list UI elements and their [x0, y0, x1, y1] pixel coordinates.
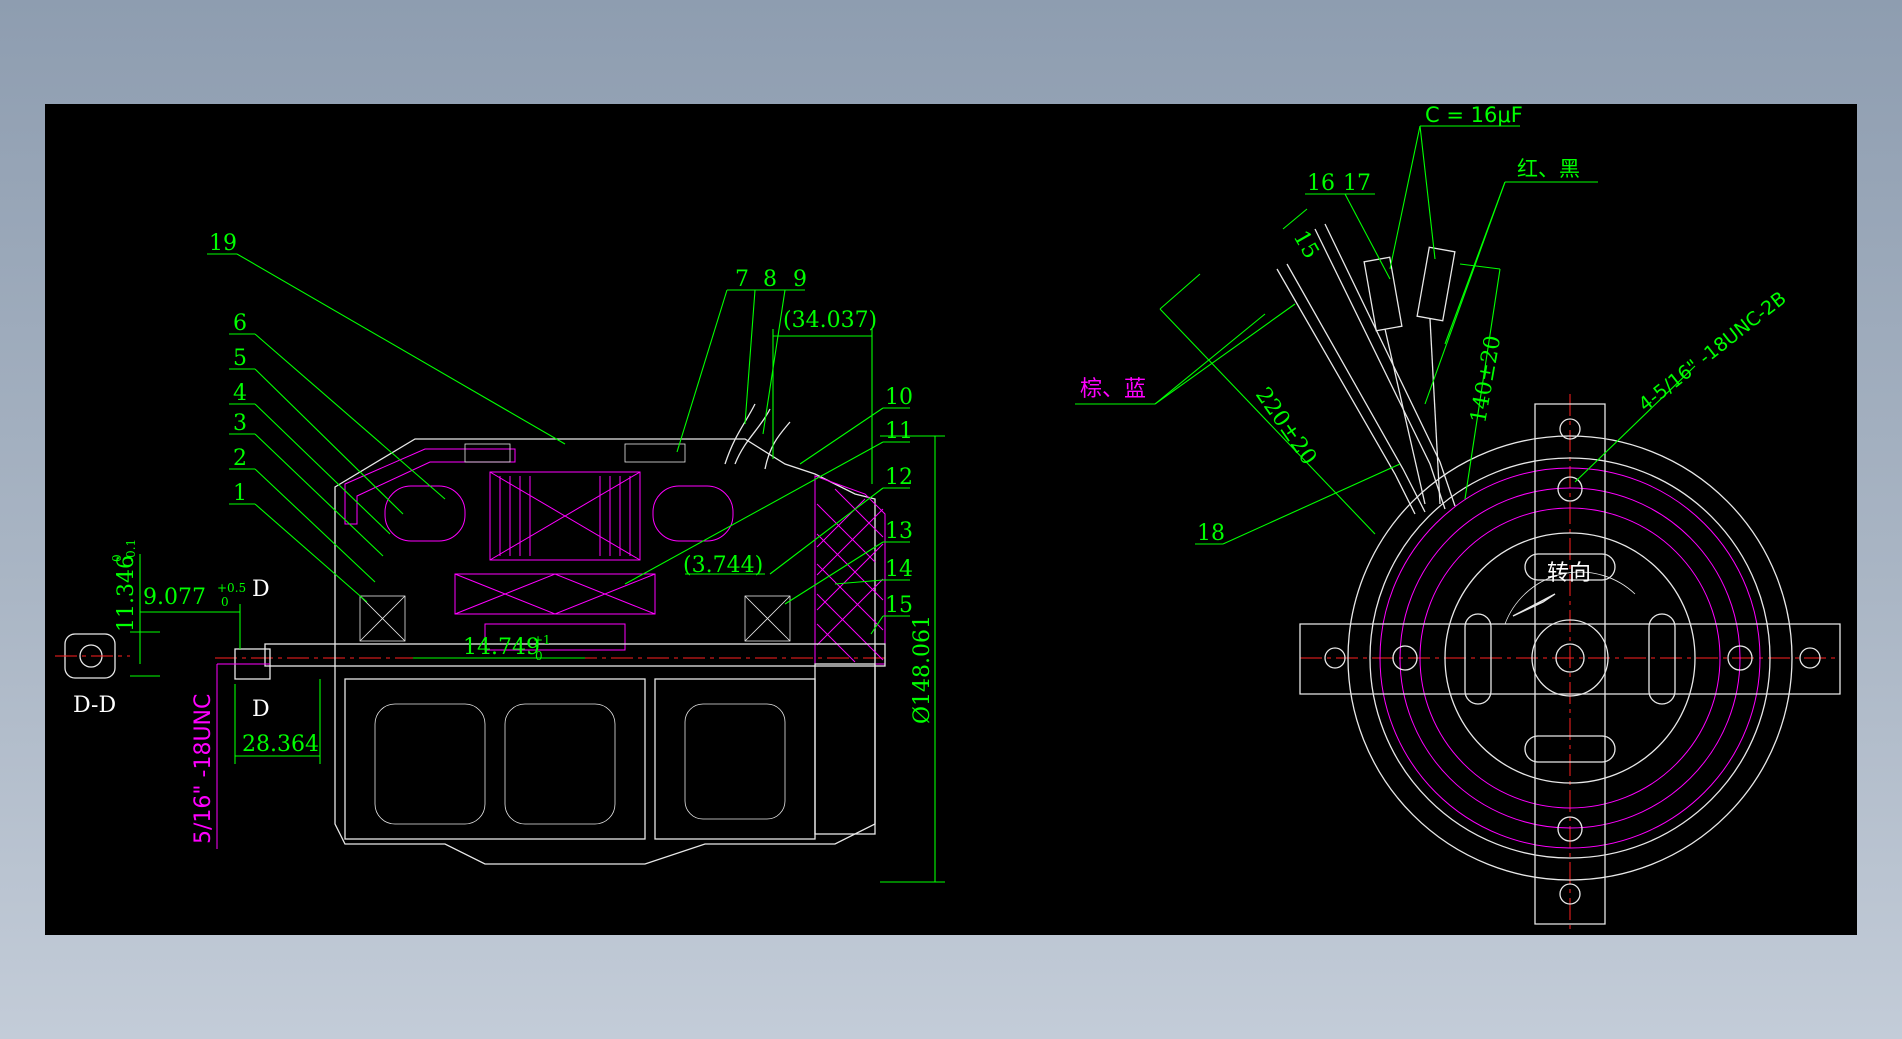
lower-housing [344, 678, 646, 840]
rotor-core [454, 573, 656, 615]
dimension-28364: 28.364 [234, 679, 321, 764]
bearing-left-x [359, 595, 406, 642]
winding-head-left [384, 485, 466, 542]
thread-holes-callout: 4-5/16" -18UNC-2B [1574, 287, 1791, 483]
section-d-label-top: D [252, 577, 270, 602]
svg-text:5: 5 [233, 346, 247, 371]
capacitor-connector-2 [1416, 246, 1456, 322]
svg-text:19: 19 [209, 231, 237, 256]
lower-window-left [374, 703, 486, 825]
rotation-arrow-icon [1512, 593, 1556, 617]
svg-text:10: 10 [885, 385, 913, 410]
svg-text:140±20: 140±20 [1466, 334, 1506, 425]
svg-text:(3.744): (3.744) [683, 553, 763, 578]
svg-text:Ø148.061: Ø148.061 [910, 615, 935, 724]
svg-text:11: 11 [885, 419, 913, 444]
bolt-head-right [624, 443, 686, 463]
motor-drawing: D-D D D 11.346 0 -0.1 9.077 +0.5 0 28.36… [55, 104, 1841, 934]
svg-text:4: 4 [233, 381, 247, 406]
svg-text:8: 8 [763, 267, 777, 292]
svg-text:C = 16μF: C = 16μF [1425, 104, 1523, 127]
svg-text:红、黑: 红、黑 [1517, 157, 1580, 181]
dimension-220: 220±20 [1159, 273, 1376, 535]
svg-text:13: 13 [885, 519, 913, 544]
section-d-label-bottom: D [252, 697, 270, 722]
slot-right [1648, 613, 1676, 705]
svg-text:+0.5: +0.5 [217, 581, 246, 595]
rotor-hatch [454, 573, 656, 615]
dimension-140: 140±20 [1459, 263, 1506, 500]
svg-text:18: 18 [1197, 521, 1225, 546]
balloon-19: 19 [207, 231, 566, 445]
dimension-148061: Ø148.061 [880, 435, 945, 883]
end-view: 转向 C = 16μF 红、黑 16 17 棕、蓝 18 15 220±20 1… [1075, 104, 1841, 934]
svg-text:9.077: 9.077 [143, 585, 206, 610]
svg-text:3: 3 [233, 411, 247, 436]
balloon-4: 4 [229, 381, 391, 535]
svg-text:1: 1 [233, 481, 247, 506]
stator-core-x [489, 471, 641, 561]
svg-text:28.364: 28.364 [242, 732, 319, 757]
shaft [264, 643, 886, 667]
balloon-15: 15 [870, 593, 913, 635]
lower-fan-cap [814, 663, 876, 835]
connector-wire-1 [1384, 328, 1426, 505]
svg-text:15: 15 [885, 593, 913, 618]
svg-text:-0.1: -0.1 [124, 539, 138, 562]
capacitor-connector-1 [1363, 256, 1403, 332]
lead-wire-2 [734, 408, 771, 465]
svg-text:17: 17 [1343, 171, 1371, 196]
balloon-3: 3 [229, 411, 384, 557]
svg-text:0: 0 [110, 554, 124, 562]
svg-text:棕、蓝: 棕、蓝 [1080, 377, 1146, 402]
lead-wire-3 [764, 421, 791, 470]
balloon-2: 2 [229, 446, 376, 583]
svg-text:220±20: 220±20 [1250, 383, 1321, 470]
svg-text:14.749: 14.749 [463, 635, 540, 660]
svg-text:9: 9 [793, 267, 807, 292]
svg-text:7: 7 [735, 267, 749, 292]
balloon-6: 6 [229, 311, 446, 500]
balloon-18: 18 [1195, 463, 1401, 546]
svg-text:+1: +1 [533, 633, 551, 647]
end-bell-hatch [816, 488, 884, 663]
lower-end [654, 678, 816, 840]
svg-text:0: 0 [221, 595, 229, 609]
svg-text:11.346: 11.346 [114, 555, 139, 632]
bearing-right-x [744, 595, 791, 642]
lower-window-end [684, 703, 786, 820]
balloon-1: 1 [229, 481, 368, 603]
svg-text:4-5/16" -18UNC-2B: 4-5/16" -18UNC-2B [1635, 287, 1791, 416]
lower-window-right [504, 703, 616, 825]
dimension-14749: 14.749 +1 0 [413, 633, 585, 663]
housing-outline [334, 438, 876, 865]
balloon-16-17: 16 17 [1305, 171, 1391, 280]
svg-text:16: 16 [1307, 171, 1335, 196]
svg-text:15: 15 [1288, 227, 1324, 264]
svg-text:0: 0 [535, 649, 543, 663]
dimension-3744: (3.744) [683, 553, 765, 578]
svg-text:2: 2 [233, 446, 247, 471]
svg-text:12: 12 [885, 465, 913, 490]
slot-left [1464, 613, 1492, 705]
dimension-9077: 9.077 +0.5 0 [140, 581, 246, 649]
rotation-label: 转向 [1547, 561, 1591, 586]
lead-wire-1 [724, 403, 756, 465]
svg-text:(34.037): (34.037) [783, 308, 877, 333]
svg-text:6: 6 [233, 311, 247, 336]
svg-text:14: 14 [885, 557, 913, 582]
winding-head-right [652, 485, 734, 542]
dimension-34037: (34.037) [772, 308, 877, 484]
balloon-5: 5 [229, 346, 404, 515]
bolt-head-left [464, 443, 511, 463]
section-view: D-D D D 11.346 0 -0.1 9.077 +0.5 0 28.36… [55, 231, 945, 883]
wire-red-black-label: 红、黑 [1424, 157, 1598, 405]
svg-text:5/16" -18UNC: 5/16" -18UNC [191, 694, 216, 844]
connector-wire-2 [1429, 318, 1441, 505]
dimension-15: 15 [1282, 208, 1324, 264]
section-dd-label: D-D [73, 693, 116, 718]
cad-drawing-viewport[interactable]: D-D D D 11.346 0 -0.1 9.077 +0.5 0 28.36… [45, 104, 1857, 935]
